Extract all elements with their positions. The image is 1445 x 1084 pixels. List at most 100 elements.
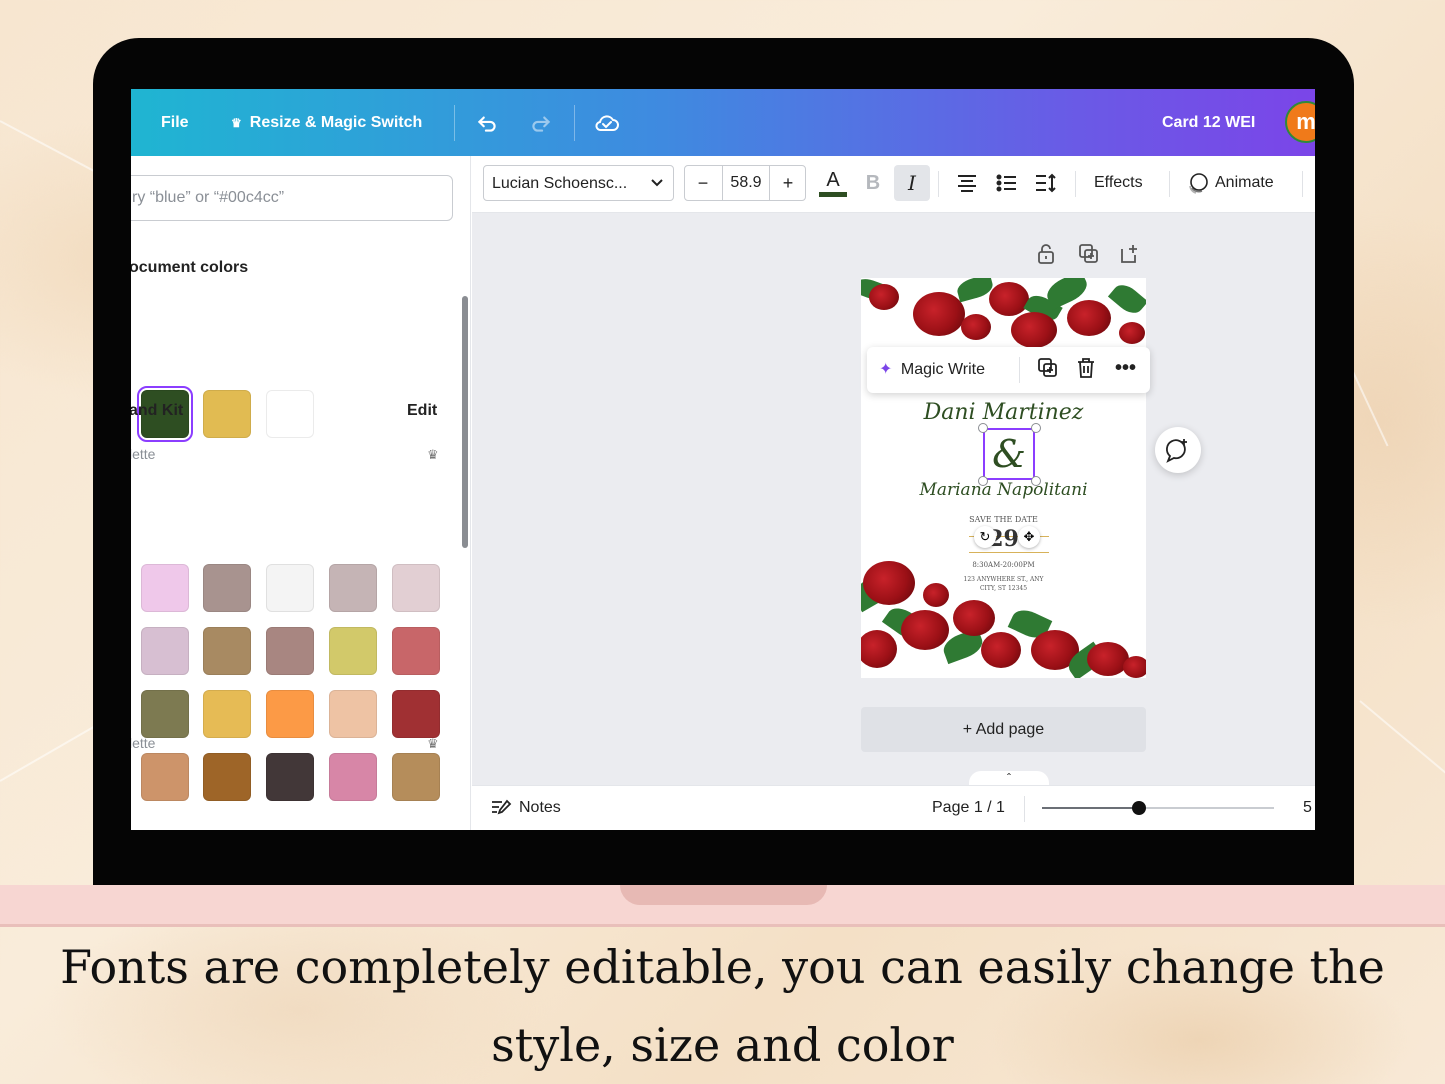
bullet-list-icon xyxy=(996,174,1016,192)
palette-color-swatch[interactable] xyxy=(266,564,314,612)
notes-button[interactable]: Notes xyxy=(490,798,561,818)
bold-button[interactable]: B xyxy=(855,165,891,201)
resize-handle[interactable] xyxy=(1031,423,1041,433)
palette-title: lette xyxy=(131,735,156,751)
brand-kit-edit-link[interactable]: Edit xyxy=(407,402,437,420)
palette-color-swatch[interactable] xyxy=(141,564,189,612)
palette-color-swatch[interactable] xyxy=(266,627,314,675)
palette-color-swatch[interactable] xyxy=(392,690,440,738)
doc-color-swatch[interactable] xyxy=(266,390,314,438)
zoom-slider-knob[interactable] xyxy=(1132,801,1147,815)
day-text[interactable]: 29 xyxy=(861,526,1146,552)
palette-color-swatch[interactable] xyxy=(329,753,377,801)
page-indicator[interactable]: Page 1 / 1 xyxy=(932,799,1005,817)
zoom-percent[interactable]: 5 xyxy=(1303,799,1312,817)
resize-handle[interactable] xyxy=(978,423,988,433)
zoom-slider[interactable] xyxy=(1042,801,1274,815)
file-menu[interactable]: File xyxy=(161,89,189,156)
rose-decoration xyxy=(923,583,949,607)
design-page[interactable]: Dani Martinez & Mariana Napolitani SAVE … xyxy=(861,278,1146,678)
palette-color-swatch[interactable] xyxy=(329,690,377,738)
palette-color-swatch[interactable] xyxy=(392,627,440,675)
add-page-icon[interactable] xyxy=(1119,243,1141,270)
sidebar-scrollbar[interactable] xyxy=(462,296,468,548)
palette-color-swatch[interactable] xyxy=(266,753,314,801)
rose-decoration xyxy=(869,284,899,310)
cloud-save-icon xyxy=(595,114,619,131)
font-family-select[interactable]: Lucian Schoensc... xyxy=(483,165,674,201)
align-center-icon xyxy=(958,175,976,192)
add-page-button[interactable]: + Add page xyxy=(861,707,1146,752)
chevron-down-icon xyxy=(649,174,665,195)
app-screen: File ♛ Resize & Magic Switch Card 12 WEI… xyxy=(131,89,1315,830)
redo-button[interactable] xyxy=(528,89,554,156)
more-options-icon[interactable]: ••• xyxy=(1115,357,1136,380)
card-name-2[interactable]: Mariana Napolitani xyxy=(861,480,1146,500)
crown-icon: ♛ xyxy=(427,447,439,462)
palette-color-swatch[interactable] xyxy=(329,564,377,612)
marble-vein xyxy=(1359,700,1445,779)
palette-color-swatch[interactable] xyxy=(203,753,251,801)
palette-color-swatch[interactable] xyxy=(392,564,440,612)
palette-color-swatch[interactable] xyxy=(329,627,377,675)
increase-font-size-button[interactable]: + xyxy=(770,166,806,200)
palette-color-swatch[interactable] xyxy=(203,627,251,675)
caption-line-1: Fonts are completely editable, you can e… xyxy=(60,940,1385,994)
avatar[interactable]: m xyxy=(1285,101,1315,143)
palette-color-swatch[interactable] xyxy=(141,690,189,738)
document-colors-title: ocument colors xyxy=(131,259,249,276)
list-button[interactable] xyxy=(989,165,1025,201)
effects-button[interactable]: Effects xyxy=(1094,165,1143,201)
palette-title: lette xyxy=(131,446,156,462)
crown-icon: ♛ xyxy=(427,736,439,751)
top-bar: File ♛ Resize & Magic Switch Card 12 WEI… xyxy=(131,89,1315,156)
color-search-input[interactable]: ry “blue” or “#00c4cc” xyxy=(131,175,453,221)
resize-magic-switch-button[interactable]: ♛ Resize & Magic Switch xyxy=(231,89,422,156)
bottom-bar: Notes Page 1 / 1 5 xyxy=(472,785,1315,830)
ampersand-text[interactable]: & xyxy=(983,428,1035,480)
animate-icon xyxy=(1189,173,1208,194)
animate-button[interactable]: Animate xyxy=(1186,165,1274,201)
palette-color-swatch[interactable] xyxy=(392,753,440,801)
date-line xyxy=(969,552,1049,553)
add-comment-button[interactable] xyxy=(1155,427,1201,473)
palette-color-swatch[interactable] xyxy=(141,753,189,801)
duplicate-page-icon[interactable] xyxy=(1078,243,1100,270)
decrease-font-size-button[interactable]: − xyxy=(685,166,721,200)
rose-decoration xyxy=(913,292,965,336)
leaf-decoration xyxy=(1107,279,1146,319)
document-title[interactable]: Card 12 WEI xyxy=(1162,89,1255,156)
text-color-icon: A xyxy=(826,168,840,191)
rose-decoration xyxy=(1119,322,1145,344)
rose-decoration xyxy=(953,600,995,636)
move-handle[interactable]: ✥ xyxy=(1018,526,1040,548)
comment-plus-icon xyxy=(1166,439,1187,463)
brand-kit-title: and Kit xyxy=(131,402,184,419)
italic-button[interactable]: I xyxy=(894,165,930,201)
magic-write-button[interactable]: ✦ Magic Write xyxy=(879,359,985,379)
doc-color-swatch[interactable] xyxy=(203,390,251,438)
text-color-button[interactable]: A xyxy=(815,165,851,201)
notes-icon xyxy=(492,799,512,815)
divider xyxy=(1019,357,1020,383)
card-name-1[interactable]: Dani Martinez xyxy=(861,400,1146,425)
spacing-button[interactable] xyxy=(1028,165,1064,201)
cloud-save-button[interactable] xyxy=(593,89,621,156)
undo-button[interactable] xyxy=(474,89,500,156)
palette-color-swatch[interactable] xyxy=(266,690,314,738)
palette-color-swatch[interactable] xyxy=(203,564,251,612)
rose-decoration xyxy=(1011,312,1057,348)
rose-decoration xyxy=(901,610,949,650)
font-size-input[interactable]: 58.9 xyxy=(722,166,770,200)
lock-icon[interactable] xyxy=(1036,243,1056,270)
save-the-date-text[interactable]: SAVE THE DATE xyxy=(861,515,1146,524)
text-color-indicator xyxy=(819,191,847,197)
duplicate-icon[interactable] xyxy=(1037,357,1059,385)
rotate-handle[interactable]: ↻ xyxy=(974,526,996,548)
rose-decoration xyxy=(863,561,915,605)
align-center-button[interactable] xyxy=(949,165,985,201)
trash-icon[interactable] xyxy=(1076,357,1096,385)
palette-color-swatch[interactable] xyxy=(141,627,189,675)
divider xyxy=(1075,171,1076,197)
palette-color-swatch[interactable] xyxy=(203,690,251,738)
